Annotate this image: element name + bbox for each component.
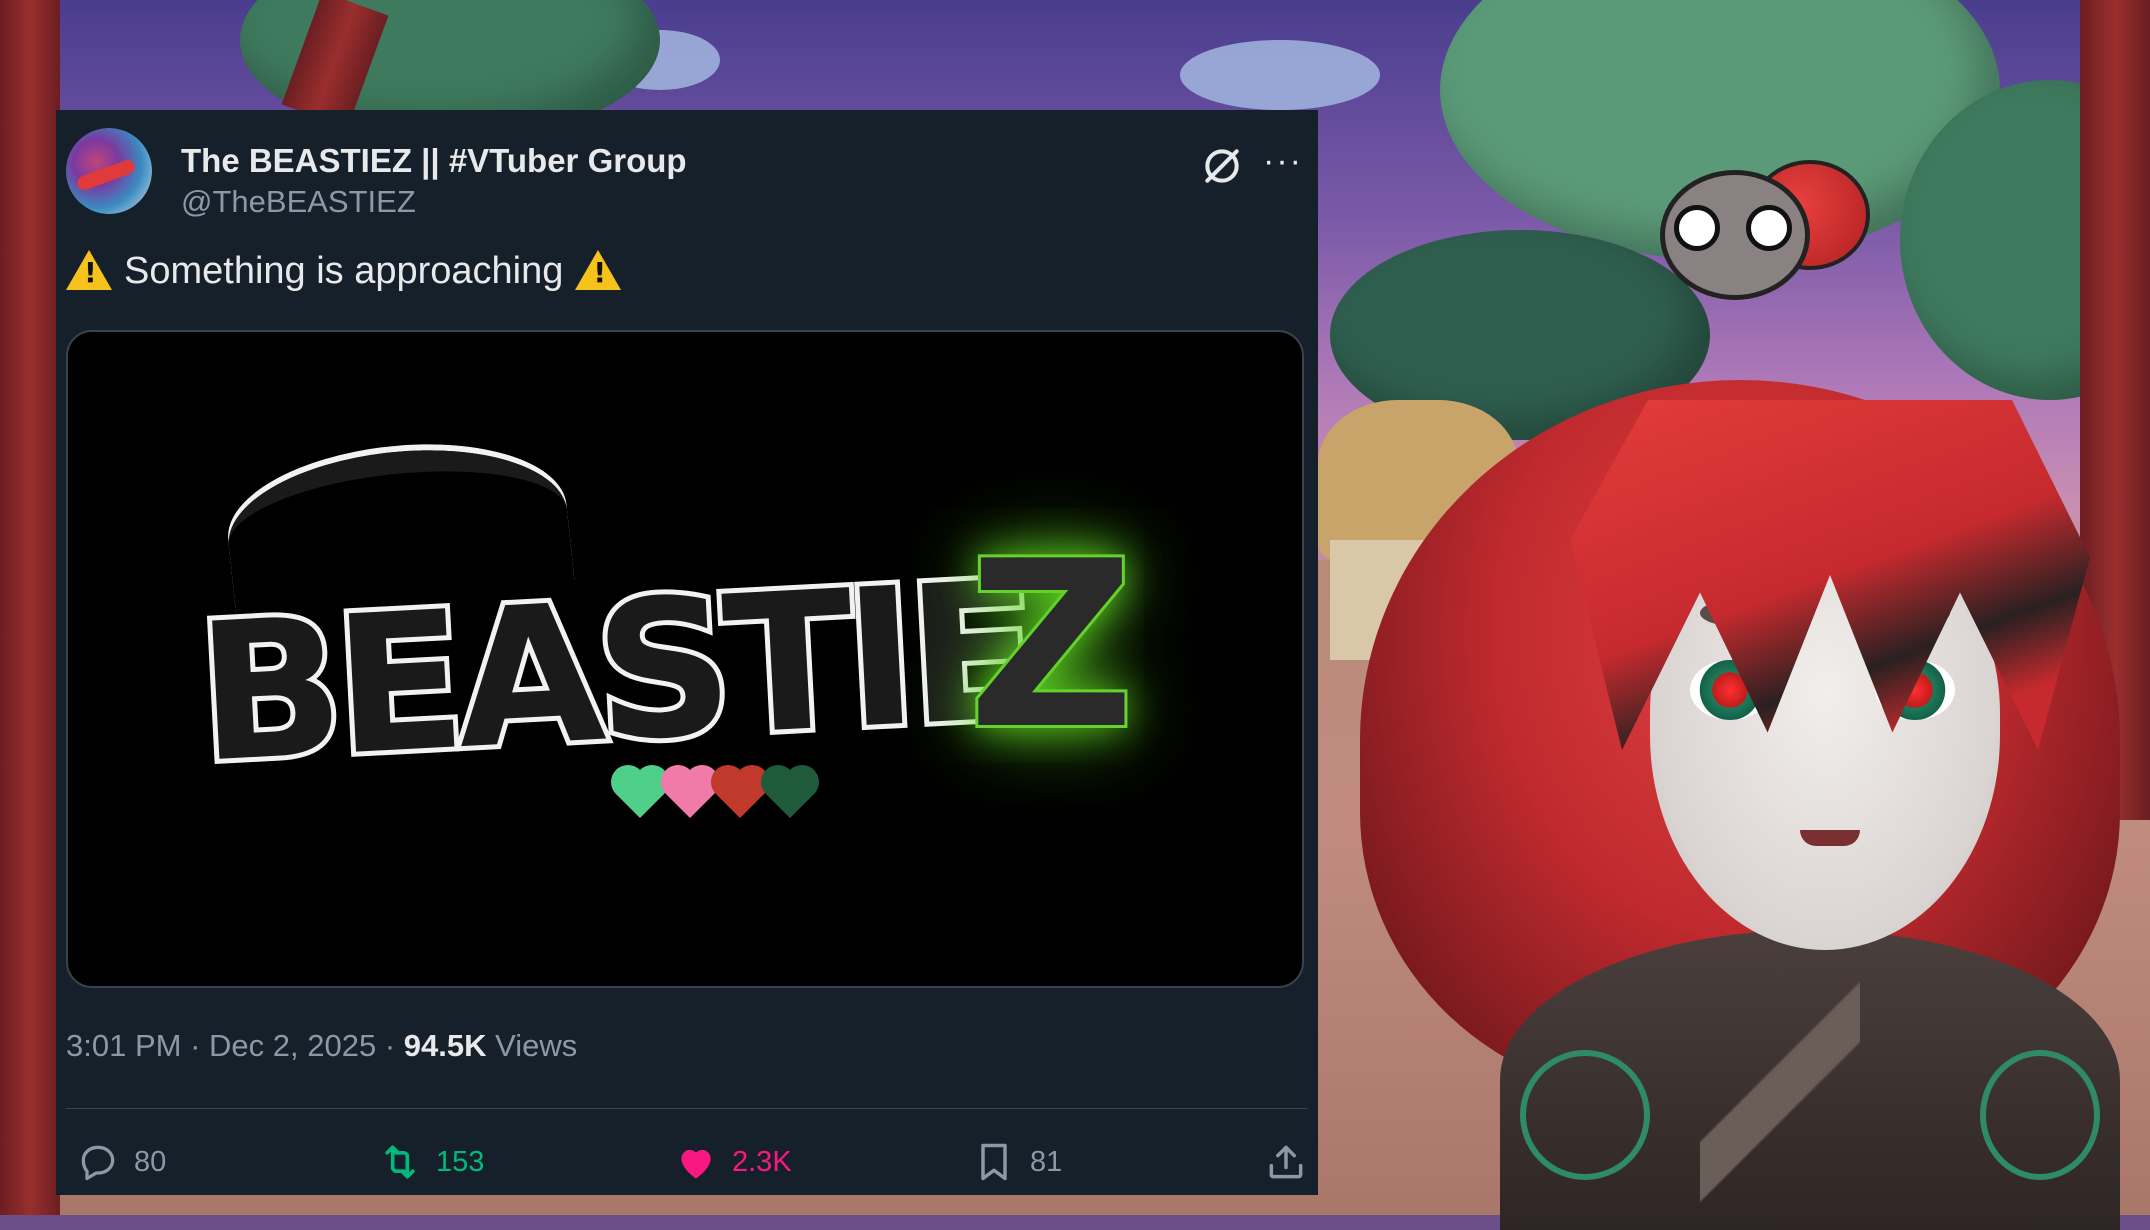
reply-button[interactable]: 80 bbox=[76, 1140, 166, 1184]
separator: · bbox=[190, 1028, 201, 1063]
tweet-meta: 3:01 PM · Dec 2, 2025 · 94.5K Views bbox=[66, 1028, 577, 1064]
vtuber-character bbox=[1320, 160, 2150, 1230]
reply-count: 80 bbox=[134, 1145, 167, 1178]
share-button[interactable] bbox=[1264, 1140, 1308, 1184]
ladybug-mascot bbox=[1660, 150, 1870, 300]
grok-icon[interactable] bbox=[1200, 144, 1244, 188]
divider bbox=[66, 1108, 1308, 1109]
tweet-header: The BEASTIEZ || #VTuber Group @TheBEASTI… bbox=[66, 128, 1308, 220]
bookmark-count: 81 bbox=[1030, 1145, 1063, 1178]
tweet-time[interactable]: 3:01 PM bbox=[66, 1028, 181, 1063]
like-count: 2.3K bbox=[732, 1145, 792, 1178]
ladybug-eye bbox=[1674, 205, 1720, 251]
bookmark-button[interactable]: 81 bbox=[972, 1140, 1062, 1184]
logo-z: Z bbox=[965, 513, 1138, 780]
tweet-date[interactable]: Dec 2, 2025 bbox=[209, 1028, 376, 1063]
reply-icon bbox=[81, 1145, 115, 1181]
cloud bbox=[1180, 40, 1380, 110]
separator: · bbox=[384, 1028, 396, 1063]
robe-emblem bbox=[1980, 1050, 2100, 1180]
warning-icon bbox=[575, 249, 622, 290]
heart-icon bbox=[665, 769, 715, 819]
tweet-actions: 80 153 2.3K 81 bbox=[66, 1140, 1308, 1190]
character-mouth bbox=[1800, 830, 1860, 846]
heart-icon bbox=[765, 769, 815, 819]
tweet-card[interactable]: The BEASTIEZ || #VTuber Group @TheBEASTI… bbox=[56, 110, 1318, 1195]
retweet-count: 153 bbox=[436, 1145, 485, 1178]
tweet-media-image[interactable]: BEASTIE Z bbox=[66, 330, 1304, 988]
retweet-icon bbox=[385, 1145, 415, 1179]
logo-text: BEASTIE bbox=[188, 535, 1041, 809]
avatar[interactable] bbox=[66, 128, 152, 214]
bookmark-icon bbox=[981, 1143, 1007, 1181]
display-name[interactable]: The BEASTIEZ || #VTuber Group bbox=[181, 142, 687, 180]
robe-collar bbox=[1700, 980, 1860, 1220]
user-handle[interactable]: @TheBEASTIEZ bbox=[181, 184, 416, 220]
robe-emblem bbox=[1520, 1050, 1650, 1180]
logo-hearts bbox=[615, 769, 815, 819]
retweet-button[interactable]: 153 bbox=[378, 1140, 484, 1184]
tree-trunk bbox=[0, 0, 60, 1215]
share-icon bbox=[1269, 1145, 1303, 1179]
heart-icon bbox=[681, 1149, 711, 1179]
more-icon[interactable]: ··· bbox=[1258, 144, 1308, 186]
beastiez-logo: BEASTIE Z bbox=[168, 434, 1208, 872]
views-label: Views bbox=[495, 1028, 578, 1063]
views-count: 94.5K bbox=[403, 1028, 487, 1063]
like-button[interactable]: 2.3K bbox=[674, 1140, 792, 1184]
warning-icon bbox=[66, 249, 112, 290]
ladybug-eye bbox=[1746, 205, 1792, 251]
tweet-text-content: Something is approaching bbox=[124, 250, 564, 292]
heart-icon bbox=[615, 769, 665, 819]
heart-icon bbox=[715, 769, 765, 819]
tweet-text: Something is approaching bbox=[66, 249, 622, 293]
avatar-detail bbox=[75, 158, 137, 192]
